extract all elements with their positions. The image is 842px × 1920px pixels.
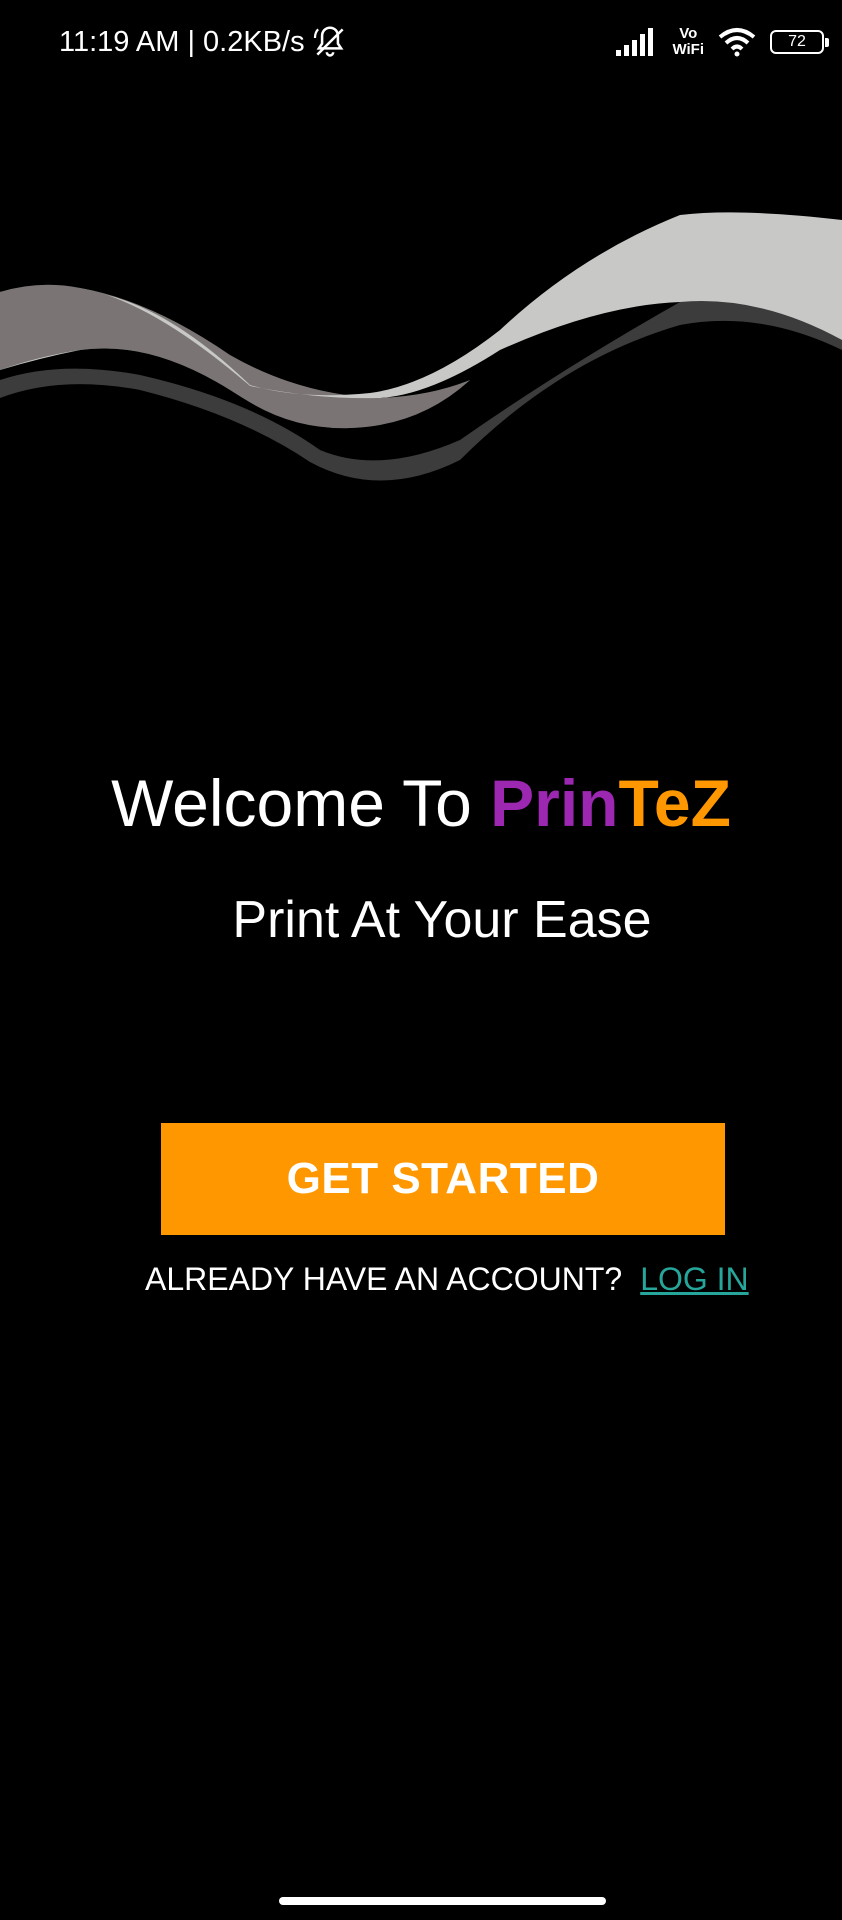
brand-name-part2: TeZ (618, 766, 731, 840)
status-bar: 11:19 AM | 0.2KB/s Vo WiFi 72 (0, 0, 842, 84)
network-speed: 0.2KB/s (203, 26, 305, 58)
status-right: Vo WiFi 72 (616, 22, 829, 62)
login-prompt: ALREADY HAVE AN ACCOUNT? (145, 1260, 623, 1297)
login-row: ALREADY HAVE AN ACCOUNT? LOG IN (145, 1257, 749, 1301)
vowifi-top: Vo (679, 25, 698, 42)
wifi-icon (718, 28, 756, 57)
status-left: 11:19 AM | 0.2KB/s (59, 22, 349, 62)
welcome-heading: Welcome To PrinTeZ (0, 763, 842, 843)
brand-name-part1: Prin (490, 766, 619, 840)
battery-icon: 72 (770, 30, 829, 54)
vowifi-icon: Vo WiFi (672, 26, 704, 58)
tagline: Print At Your Ease (232, 891, 652, 949)
header-wave-graphic (0, 212, 842, 481)
login-link[interactable]: LOG IN (640, 1261, 748, 1298)
home-indicator[interactable] (279, 1897, 606, 1905)
welcome-prefix: Welcome To (111, 766, 491, 840)
status-separator: | (179, 26, 204, 58)
get-started-button[interactable]: GET STARTED (161, 1123, 725, 1235)
battery-level: 72 (788, 33, 806, 50)
mute-bell-icon (313, 26, 344, 57)
vowifi-bottom: WiFi (672, 41, 704, 58)
signal-icon (616, 28, 654, 56)
status-time: 11:19 AM (59, 26, 180, 58)
